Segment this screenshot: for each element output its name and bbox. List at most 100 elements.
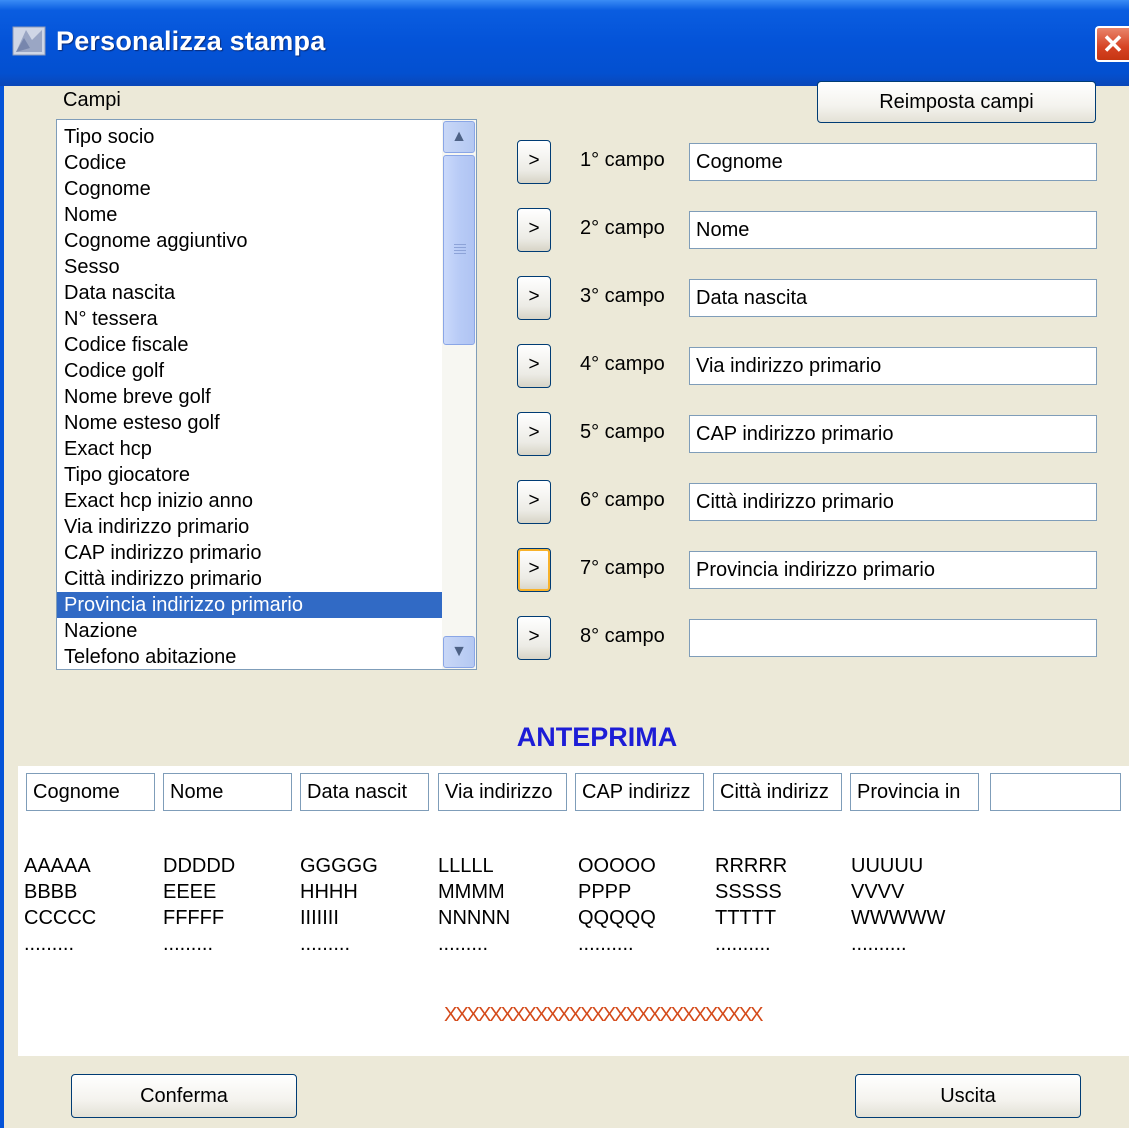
preview-cell: CCCCC — [24, 907, 97, 929]
list-item[interactable]: Cognome — [57, 176, 443, 202]
preview-cell: .......... — [851, 933, 907, 955]
preview-title: ANTEPRIMA — [516, 722, 678, 752]
preview-cell: IIIIIII — [300, 907, 339, 929]
preview-cell: WWWWW — [851, 907, 946, 929]
preview-column: RRRRR SSSSS TTTTT.......... — [715, 853, 787, 957]
add-field-button-5[interactable]: > — [517, 412, 551, 456]
confirm-button[interactable]: Conferma — [71, 1074, 297, 1118]
list-item[interactable]: Cognome aggiuntivo — [57, 228, 443, 254]
field-slot-input-5[interactable]: CAP indirizzo primario — [689, 415, 1097, 453]
field-slot-label: 1° campo — [580, 149, 665, 171]
add-field-button-7[interactable]: > — [517, 548, 551, 592]
list-item[interactable]: Sesso — [57, 254, 443, 280]
preview-cell: FFFFF — [163, 907, 225, 929]
list-item[interactable]: Codice fiscale — [57, 332, 443, 358]
preview-cell: UUUUU — [851, 855, 924, 877]
preview-cell: QQQQQ — [578, 907, 656, 929]
preview-cell: OOOOO — [578, 855, 656, 877]
list-item[interactable]: Nome esteso golf — [57, 410, 443, 436]
list-scrollbar[interactable]: ▲ ▼ — [442, 120, 476, 669]
list-item[interactable]: Tipo giocatore — [57, 462, 443, 488]
preview-cell: RRRRR — [715, 855, 788, 877]
preview-header-cell: Via indirizzo — [438, 773, 567, 811]
field-slot-input-7[interactable]: Provincia indirizzo primario — [689, 551, 1097, 589]
field-slot-input-6[interactable]: Città indirizzo primario — [689, 483, 1097, 521]
list-item[interactable]: Città indirizzo primario — [57, 566, 443, 592]
add-field-button-6[interactable]: > — [517, 480, 551, 524]
field-slot-input-8[interactable] — [689, 619, 1097, 657]
preview-cell: AAAAA — [24, 855, 91, 877]
fields-listbox[interactable]: Tipo socio Codice Cognome Nome Cognome aggiu… — [56, 119, 477, 670]
add-field-button-8[interactable]: > — [517, 616, 551, 660]
preview-cell: .......... — [715, 933, 771, 955]
preview-cell: .......... — [578, 933, 634, 955]
field-slot-input-3[interactable]: Data nascita — [689, 279, 1097, 317]
field-slot-input-4[interactable]: Via indirizzo primario — [689, 347, 1097, 385]
list-item[interactable]: N° tessera — [57, 306, 443, 332]
preview-cell: VVVV — [851, 881, 905, 903]
field-slot-label: 8° campo — [580, 625, 665, 647]
preview-panel: Cognome Nome Data nascit Via indirizzo CAP i… — [18, 766, 1129, 1056]
list-item[interactable]: Exact hcp inizio anno — [57, 488, 443, 514]
preview-header-cell: Provincia in — [850, 773, 979, 811]
list-item[interactable]: Tipo socio — [57, 124, 443, 150]
field-slot-input-2[interactable]: Nome — [689, 211, 1097, 249]
list-item[interactable]: Via indirizzo primario — [57, 514, 443, 540]
field-slot-label: 5° campo — [580, 421, 665, 443]
preview-cell: NNNNN — [438, 907, 511, 929]
list-item[interactable]: Exact hcp — [57, 436, 443, 462]
field-slot-input-1[interactable]: Cognome — [689, 143, 1097, 181]
list-item[interactable]: Provincia indirizzo primario — [57, 592, 443, 618]
field-slot-label: 3° campo — [580, 285, 665, 307]
preview-header-cell: Cognome — [26, 773, 155, 811]
chevron-up-icon: ▲ — [451, 128, 467, 145]
app-icon — [12, 26, 46, 56]
list-item[interactable]: Nome — [57, 202, 443, 228]
preview-cell: SSSSS — [715, 881, 782, 903]
preview-column: AAAAA BBBB CCCCC......... — [24, 853, 96, 957]
preview-cell: MMMM — [438, 881, 505, 903]
list-item[interactable]: Codice golf — [57, 358, 443, 384]
list-item[interactable]: Nome breve golf — [57, 384, 443, 410]
list-item[interactable]: CAP indirizzo primario — [57, 540, 443, 566]
fields-list: Tipo socio Codice Cognome Nome Cognome aggiu… — [57, 124, 443, 669]
add-field-button-2[interactable]: > — [517, 208, 551, 252]
list-item[interactable]: Codice — [57, 150, 443, 176]
preview-cell: ......... — [163, 933, 214, 955]
preview-cell: LLLLL — [438, 855, 494, 877]
preview-column: LLLLL MMMM NNNNN......... — [438, 853, 510, 957]
field-slot-label: 6° campo — [580, 489, 665, 511]
reset-fields-button[interactable]: Reimposta campi — [817, 81, 1096, 123]
scroll-thumb[interactable] — [443, 155, 475, 345]
add-field-button-4[interactable]: > — [517, 344, 551, 388]
preview-cell: ......... — [24, 933, 75, 955]
scroll-down-button[interactable]: ▼ — [443, 636, 475, 668]
field-slot-label: 4° campo — [580, 353, 665, 375]
preview-column: DDDDD EEEE FFFFF......... — [163, 853, 235, 957]
field-slot-label: 7° campo — [580, 557, 665, 579]
add-field-button-1[interactable]: > — [517, 140, 551, 184]
preview-cell: EEEE — [163, 881, 217, 903]
preview-separator: XXXXXXXXXXXXXXXXXXXXXXXXXXXX — [444, 1004, 764, 1026]
preview-header-cell: Nome — [163, 773, 292, 811]
preview-cell: DDDDD — [163, 855, 236, 877]
field-slot-label: 2° campo — [580, 217, 665, 239]
list-item[interactable]: Telefono abitazione — [57, 644, 443, 669]
preview-header-cell: Città indirizz — [713, 773, 842, 811]
preview-cell: ......... — [300, 933, 351, 955]
chevron-down-icon: ▼ — [451, 643, 467, 660]
preview-cell: BBBB — [24, 881, 78, 903]
close-button[interactable]: ✕ — [1095, 26, 1129, 62]
list-item[interactable]: Nazione — [57, 618, 443, 644]
exit-button[interactable]: Uscita — [855, 1074, 1081, 1118]
window-title: Personalizza stampa — [56, 26, 326, 56]
campi-label: Campi — [63, 89, 121, 111]
list-item[interactable]: Data nascita — [57, 280, 443, 306]
close-icon: ✕ — [1102, 29, 1124, 59]
preview-column: GGGGG HHHH IIIIIII......... — [300, 853, 378, 957]
scroll-up-button[interactable]: ▲ — [443, 121, 475, 153]
preview-cell: TTTTT — [715, 907, 777, 929]
add-field-button-3[interactable]: > — [517, 276, 551, 320]
preview-cell: GGGGG — [300, 855, 378, 877]
preview-header-cell: CAP indirizz — [575, 773, 704, 811]
